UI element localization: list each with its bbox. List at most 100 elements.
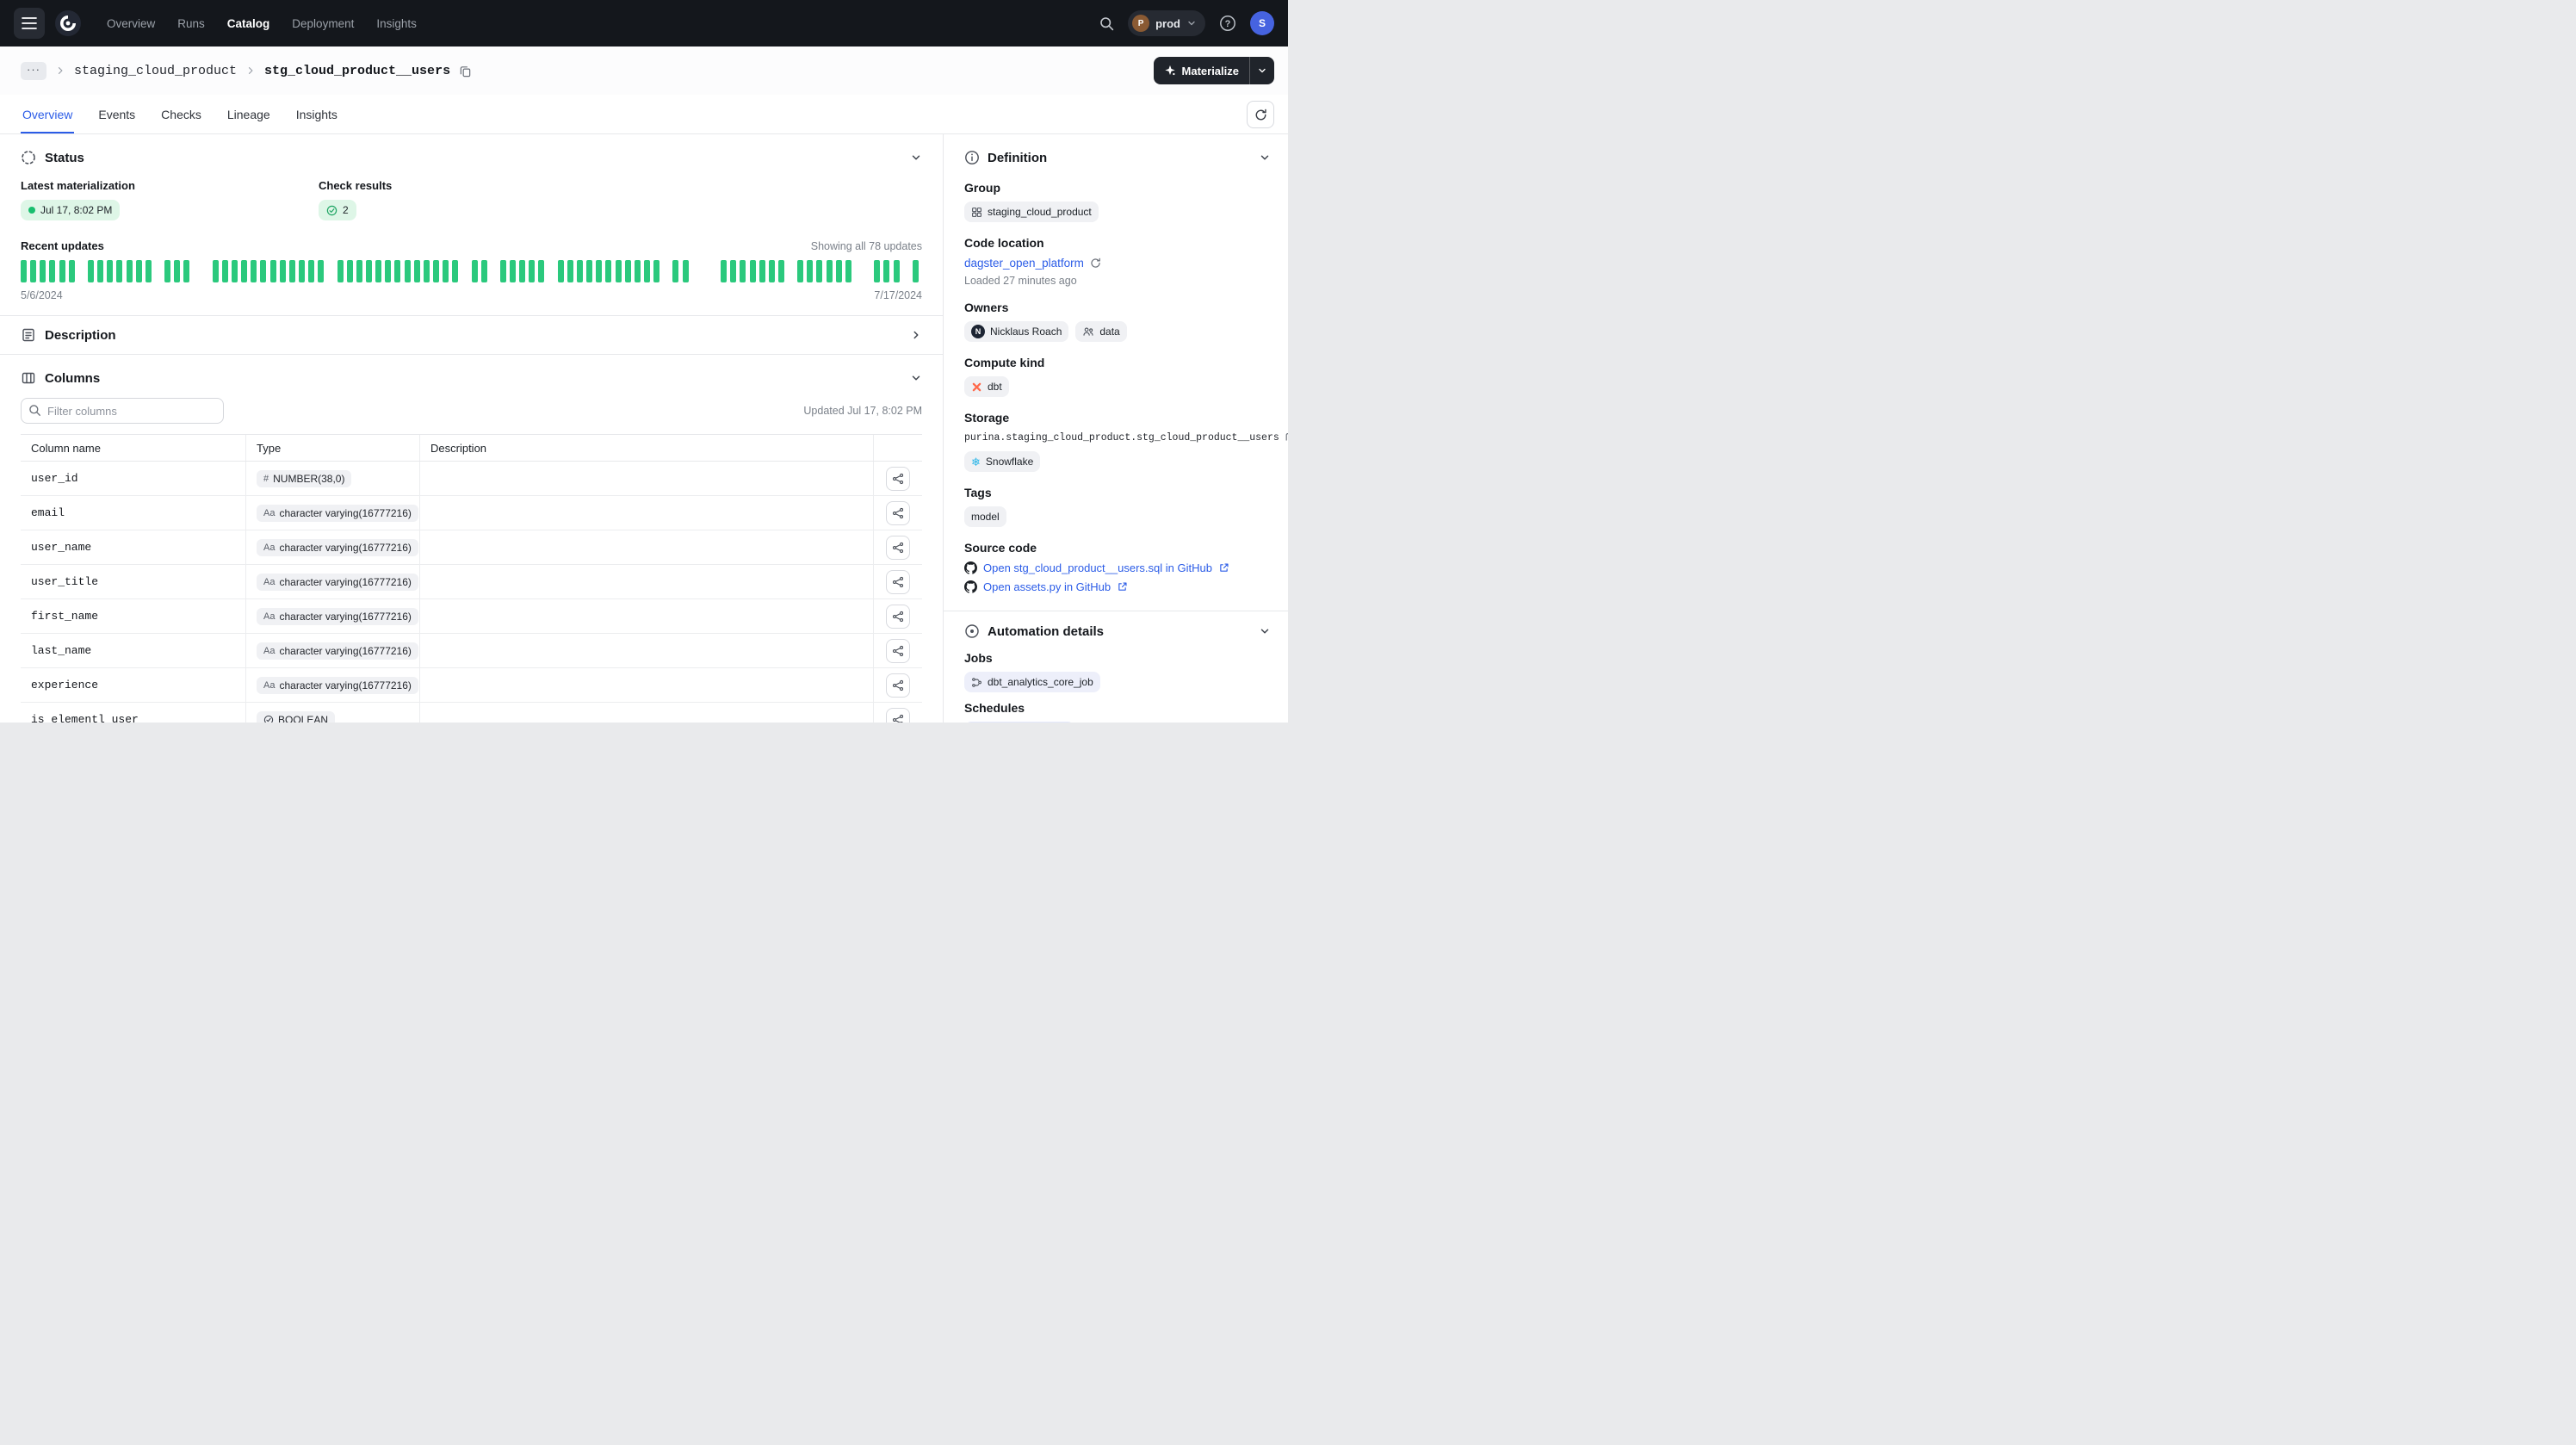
- table-row[interactable]: first_name Aa character varying(16777216…: [21, 599, 922, 634]
- update-tick[interactable]: [616, 260, 622, 282]
- column-lineage-button[interactable]: [886, 570, 910, 594]
- update-tick[interactable]: [270, 260, 276, 282]
- update-tick[interactable]: [644, 260, 650, 282]
- update-tick[interactable]: [759, 260, 765, 282]
- copy-storage-button[interactable]: [1285, 431, 1288, 443]
- update-tick[interactable]: [672, 260, 678, 282]
- definition-collapse-icon[interactable]: [1259, 152, 1271, 164]
- update-tick[interactable]: [337, 260, 344, 282]
- update-tick[interactable]: [797, 260, 803, 282]
- update-tick[interactable]: [740, 260, 746, 282]
- update-tick[interactable]: [251, 260, 257, 282]
- source-code-link-assets[interactable]: Open assets.py in GitHub: [964, 580, 1271, 593]
- update-tick[interactable]: [414, 260, 420, 282]
- column-lineage-button[interactable]: [886, 536, 910, 560]
- update-tick[interactable]: [558, 260, 564, 282]
- update-tick[interactable]: [500, 260, 506, 282]
- update-tick[interactable]: [40, 260, 46, 282]
- update-tick[interactable]: [519, 260, 525, 282]
- table-row[interactable]: email Aa character varying(16777216): [21, 496, 922, 530]
- columns-section-header[interactable]: Columns: [0, 355, 943, 396]
- update-tick[interactable]: [213, 260, 219, 282]
- update-tick[interactable]: [750, 260, 756, 282]
- update-tick[interactable]: [241, 260, 247, 282]
- update-tick[interactable]: [816, 260, 822, 282]
- user-avatar[interactable]: S: [1250, 11, 1274, 35]
- tab-lineage[interactable]: Lineage: [226, 108, 272, 133]
- materialize-dropdown-button[interactable]: [1249, 57, 1274, 84]
- deployment-switcher[interactable]: P prod: [1128, 10, 1205, 36]
- status-collapse-icon[interactable]: [910, 152, 922, 164]
- reload-code-location-button[interactable]: [1090, 257, 1101, 269]
- update-tick[interactable]: [443, 260, 449, 282]
- update-tick[interactable]: [107, 260, 113, 282]
- update-tick[interactable]: [510, 260, 516, 282]
- help-button[interactable]: ?: [1219, 15, 1236, 32]
- hamburger-menu-button[interactable]: [14, 8, 45, 39]
- copy-asset-name-button[interactable]: [459, 65, 472, 78]
- update-tick[interactable]: [883, 260, 889, 282]
- dagster-logo[interactable]: [55, 10, 81, 36]
- code-location-link[interactable]: dagster_open_platform: [964, 257, 1084, 270]
- nav-deployment[interactable]: Deployment: [292, 17, 354, 30]
- group-badge[interactable]: staging_cloud_product: [964, 202, 1099, 222]
- column-lineage-button[interactable]: [886, 673, 910, 698]
- update-tick[interactable]: [59, 260, 65, 282]
- table-row[interactable]: user_title Aa character varying(16777216…: [21, 565, 922, 599]
- columns-collapse-icon[interactable]: [910, 372, 922, 384]
- nav-catalog[interactable]: Catalog: [227, 17, 270, 30]
- check-results-badge[interactable]: 2: [319, 200, 356, 220]
- update-tick[interactable]: [529, 260, 535, 282]
- table-row[interactable]: is_elementl_user BOOLEAN: [21, 703, 922, 722]
- update-tick[interactable]: [164, 260, 170, 282]
- owner-badge-user[interactable]: N Nicklaus Roach: [964, 321, 1068, 342]
- table-row[interactable]: experience Aa character varying(16777216…: [21, 668, 922, 703]
- tab-events[interactable]: Events: [96, 108, 137, 133]
- automation-collapse-icon[interactable]: [1259, 625, 1271, 637]
- update-tick[interactable]: [836, 260, 842, 282]
- update-tick[interactable]: [260, 260, 266, 282]
- column-lineage-button[interactable]: [886, 639, 910, 663]
- source-code-link-sql[interactable]: Open stg_cloud_product__users.sql in Git…: [964, 561, 1271, 574]
- status-section-header[interactable]: Status: [0, 134, 943, 176]
- update-tick[interactable]: [136, 260, 142, 282]
- update-tick[interactable]: [683, 260, 689, 282]
- update-tick[interactable]: [69, 260, 75, 282]
- tab-overview[interactable]: Overview: [21, 108, 74, 133]
- description-section-header[interactable]: Description: [0, 316, 943, 354]
- update-tick[interactable]: [366, 260, 372, 282]
- update-tick[interactable]: [232, 260, 238, 282]
- update-tick[interactable]: [146, 260, 152, 282]
- description-expand-icon[interactable]: [910, 329, 922, 341]
- filter-columns-input[interactable]: [21, 398, 224, 424]
- breadcrumb-group-link[interactable]: staging_cloud_product: [74, 64, 237, 78]
- update-tick[interactable]: [807, 260, 813, 282]
- update-tick[interactable]: [596, 260, 602, 282]
- definition-section-header[interactable]: Definition: [944, 134, 1288, 174]
- update-tick[interactable]: [299, 260, 305, 282]
- update-tick[interactable]: [97, 260, 103, 282]
- update-tick[interactable]: [183, 260, 189, 282]
- update-tick[interactable]: [452, 260, 458, 282]
- update-tick[interactable]: [586, 260, 592, 282]
- update-tick[interactable]: [424, 260, 430, 282]
- column-lineage-button[interactable]: [886, 467, 910, 491]
- update-tick[interactable]: [222, 260, 228, 282]
- column-lineage-button[interactable]: [886, 708, 910, 723]
- update-tick[interactable]: [308, 260, 314, 282]
- update-tick[interactable]: [635, 260, 641, 282]
- update-tick[interactable]: [116, 260, 122, 282]
- update-tick[interactable]: [913, 260, 919, 282]
- update-tick[interactable]: [778, 260, 784, 282]
- update-tick[interactable]: [394, 260, 400, 282]
- update-tick[interactable]: [30, 260, 36, 282]
- storage-platform-badge[interactable]: ❄ Snowflake: [964, 451, 1040, 472]
- refresh-button[interactable]: [1247, 101, 1274, 128]
- automation-section-header[interactable]: Automation details: [944, 611, 1288, 648]
- update-tick[interactable]: [289, 260, 295, 282]
- column-lineage-button[interactable]: [886, 605, 910, 629]
- update-tick[interactable]: [280, 260, 286, 282]
- update-tick[interactable]: [385, 260, 391, 282]
- compute-kind-badge[interactable]: dbt: [964, 376, 1009, 397]
- update-tick[interactable]: [653, 260, 659, 282]
